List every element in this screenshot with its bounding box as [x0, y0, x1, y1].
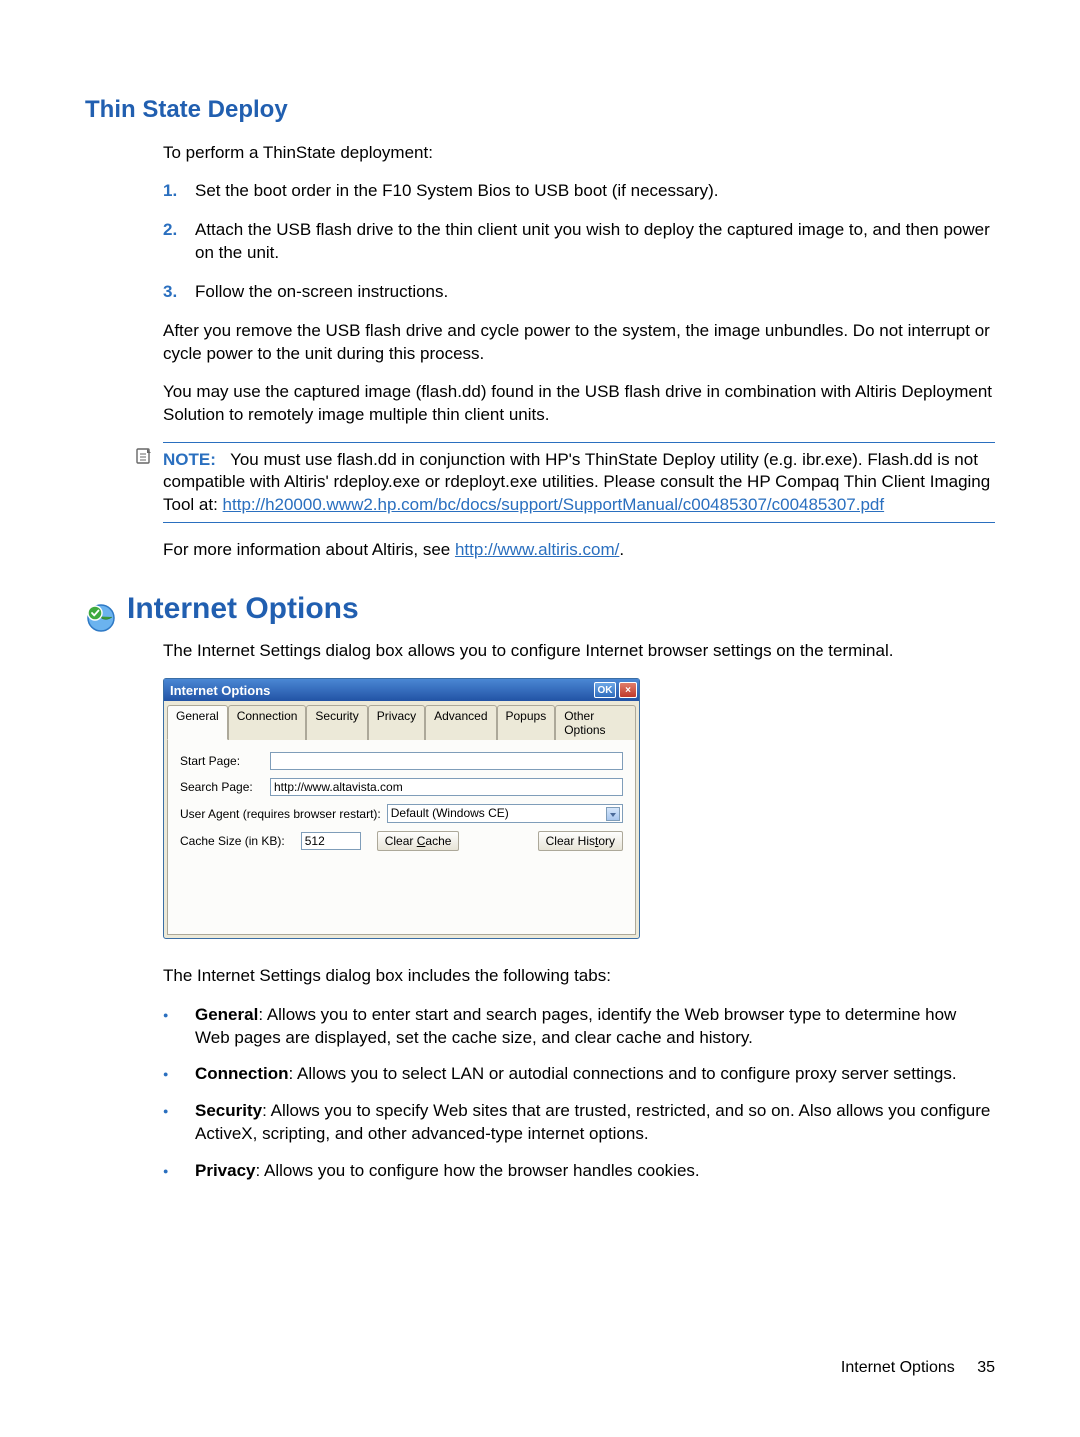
clear-history-button[interactable]: Clear History	[538, 831, 623, 851]
tab-popups[interactable]: Popups	[497, 705, 556, 740]
tab-general[interactable]: General	[167, 705, 228, 740]
tab-security[interactable]: Security	[306, 705, 367, 740]
tab-privacy[interactable]: Privacy	[368, 705, 425, 740]
tab-connection[interactable]: Connection	[228, 705, 307, 740]
desc-security: Security: Allows you to specify Web site…	[163, 1100, 995, 1146]
page-footer: Internet Options 35	[841, 1359, 995, 1377]
label-user-agent: User Agent (requires browser restart):	[180, 807, 381, 821]
step-2: 2. Attach the USB flash drive to the thi…	[163, 219, 995, 265]
step-1-number: 1.	[163, 180, 195, 203]
dialog-tab-row: General Connection Security Privacy Adva…	[164, 701, 639, 739]
heading-thin-state-deploy: Thin State Deploy	[85, 96, 995, 124]
p-internet-intro: The Internet Settings dialog box allows …	[163, 640, 995, 662]
desc-general: General: Allows you to enter start and s…	[163, 1004, 995, 1050]
input-search-page[interactable]	[270, 778, 623, 796]
clear-cache-button[interactable]: Clear Cache	[377, 831, 460, 851]
tabs-description-list: General: Allows you to enter start and s…	[163, 1004, 995, 1184]
footer-section-label: Internet Options	[841, 1359, 955, 1376]
note-block: NOTE: You must use flash.dd in conjuncti…	[163, 442, 995, 523]
step-2-number: 2.	[163, 219, 195, 265]
step-3: 3. Follow the on-screen instructions.	[163, 281, 995, 304]
dialog-ok-button[interactable]: OK	[594, 682, 616, 698]
p-after-1: After you remove the USB flash drive and…	[163, 320, 995, 365]
step-3-text: Follow the on-screen instructions.	[195, 281, 448, 304]
p-thinstate-intro: To perform a ThinState deployment:	[163, 142, 995, 164]
p-tabs-intro: The Internet Settings dialog box include…	[163, 965, 995, 987]
altiris-link[interactable]: http://www.altiris.com/	[455, 540, 619, 559]
p-after-2: You may use the captured image (flash.dd…	[163, 381, 995, 426]
desc-privacy: Privacy: Allows you to configure how the…	[163, 1160, 995, 1183]
step-2-text: Attach the USB flash drive to the thin c…	[195, 219, 995, 265]
step-3-number: 3.	[163, 281, 195, 304]
tab-other-options[interactable]: Other Options	[555, 705, 636, 740]
step-1-text: Set the boot order in the F10 System Bio…	[195, 180, 718, 203]
note-icon	[135, 447, 153, 470]
input-start-page[interactable]	[270, 752, 623, 770]
step-1: 1. Set the boot order in the F10 System …	[163, 180, 995, 203]
dialog-title: Internet Options	[170, 683, 270, 698]
label-cache-size: Cache Size (in KB):	[180, 834, 285, 848]
heading-internet-options: Internet Options	[127, 592, 359, 626]
globe-checkmark-icon	[85, 602, 117, 634]
note-label: NOTE:	[163, 450, 216, 469]
input-cache-size[interactable]	[301, 832, 361, 850]
note-link[interactable]: http://h20000.www2.hp.com/bc/docs/suppor…	[223, 495, 885, 514]
internet-options-dialog: Internet Options OK × General Connection…	[163, 678, 640, 939]
tab-advanced[interactable]: Advanced	[425, 705, 496, 740]
steps-list: 1. Set the boot order in the F10 System …	[163, 180, 995, 304]
label-search-page: Search Page:	[180, 780, 270, 794]
select-user-agent[interactable]: Default (Windows CE)	[387, 804, 623, 823]
desc-connection: Connection: Allows you to select LAN or …	[163, 1063, 995, 1086]
p-altiris-pre: For more information about Altiris, see	[163, 540, 455, 559]
label-start-page: Start Page:	[180, 754, 270, 768]
dialog-tab-body: Start Page: Search Page: User Agent (req…	[167, 739, 636, 935]
p-altiris-post: .	[619, 540, 624, 559]
dialog-close-button[interactable]: ×	[619, 682, 637, 698]
footer-page-number: 35	[977, 1359, 995, 1376]
